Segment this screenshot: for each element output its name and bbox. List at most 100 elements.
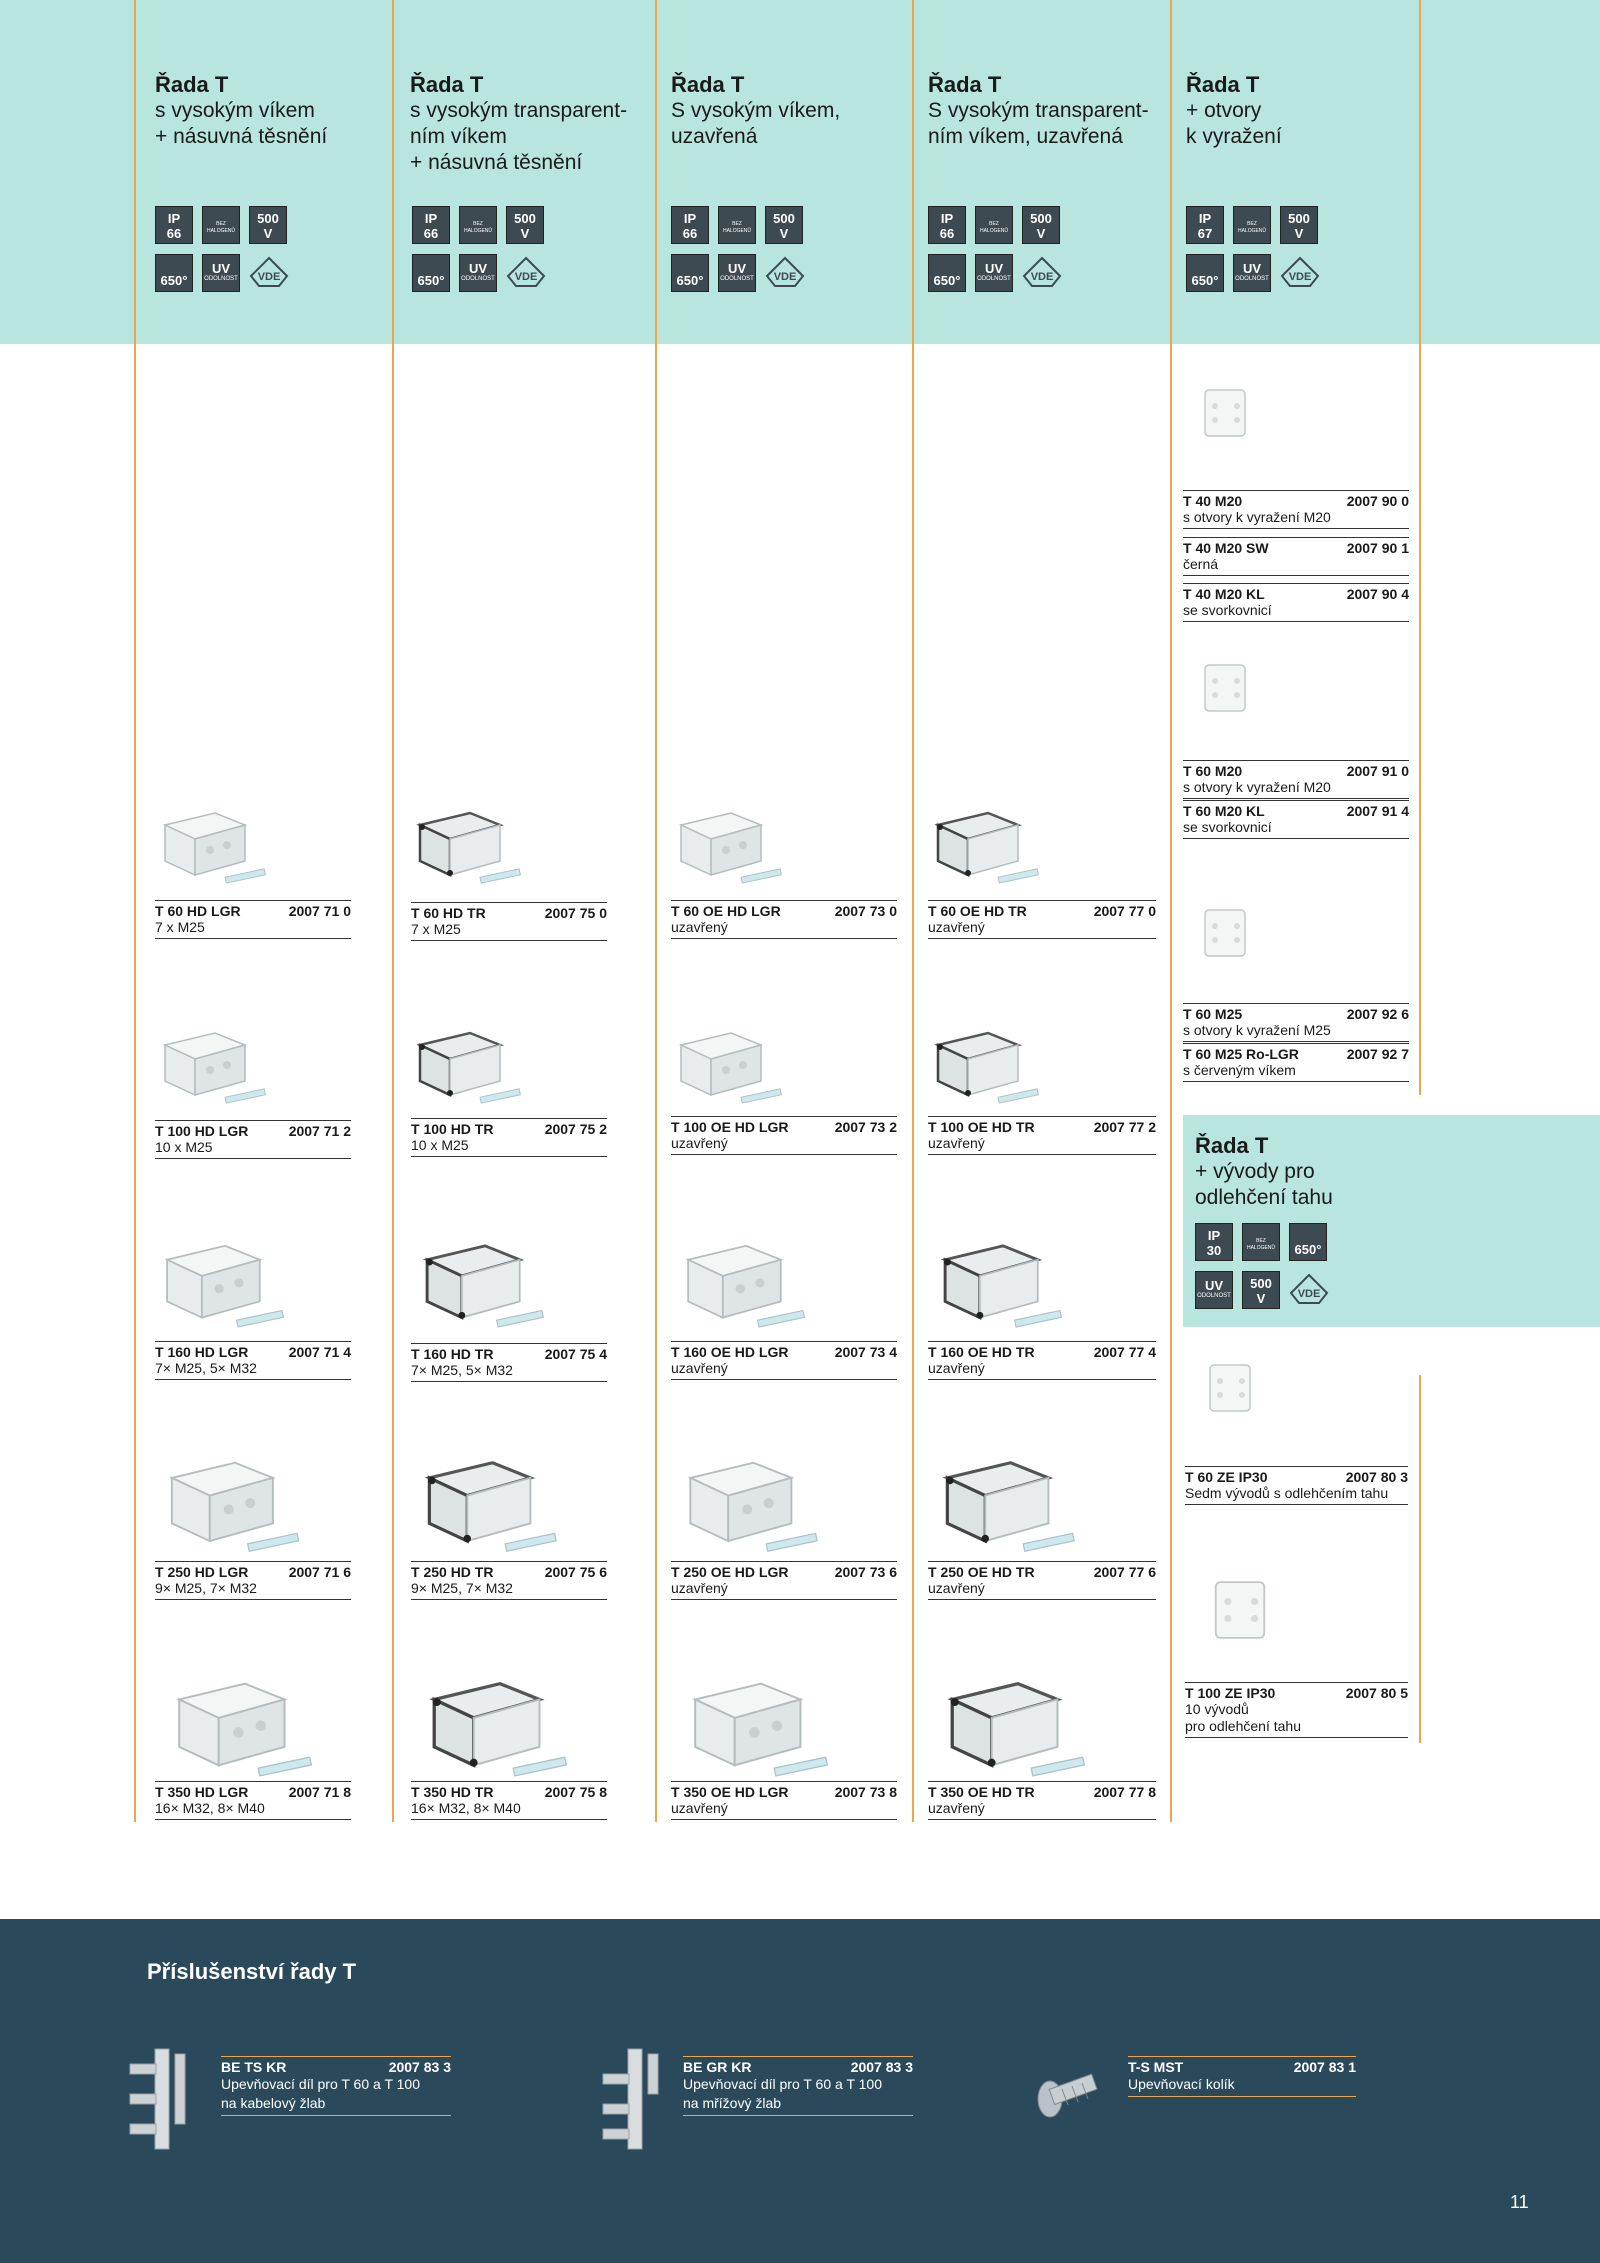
accessory-entry: BE GR KR 2007 83 3 Upevňovací díl pro T 6… (683, 2056, 913, 2116)
fire-rating-icon: 650° (1289, 1223, 1327, 1261)
product-code: 2007 80 3 (1345, 1469, 1408, 1485)
product-name: T 250 OE HD TR (928, 1564, 1035, 1580)
product-desc: uzavřený (928, 1580, 1156, 1600)
product-name: T 60 HD TR (411, 905, 486, 921)
vde-mark-icon: VDE (1280, 256, 1320, 290)
page-number: 11 (1510, 2192, 1529, 2212)
product-desc: uzavřený (671, 1360, 897, 1380)
product-desc: 7× M25, 5× M32 (411, 1362, 607, 1382)
column-header: Řada T s vysokým víkem + násuvná těsnění (155, 72, 385, 150)
product-code: 2007 77 6 (1093, 1564, 1156, 1580)
product-entry: T 250 HD TR 2007 75 6 9× M25, 7× M32 (411, 1561, 607, 1600)
product-desc: černá (1183, 556, 1409, 576)
product-desc: s otvory k vyražení M20 (1183, 779, 1409, 799)
product-entry: T 350 HD LGR 2007 71 8 16× M32, 8× M40 (155, 1781, 351, 1820)
halogen-free-icon: BEZ HALOGENŮ (1242, 1223, 1280, 1261)
product-code: 2007 71 0 (288, 903, 351, 919)
enclosure-image (164, 1032, 267, 1104)
column-header: Řada T S vysokým víkem, uzavřená (671, 72, 901, 150)
product-name: T 40 M20 KL (1183, 586, 1265, 602)
product-name: T 350 OE HD LGR (671, 1784, 789, 1800)
product-name: T 60 M25 Ro-LGR (1183, 1046, 1299, 1062)
accessory-desc: Upevňovací díl pro T 60 a T 100 na mřížo… (683, 2075, 913, 2116)
product-desc: 10 vývodů pro odlehčení tahu (1185, 1701, 1408, 1738)
product-name: T 60 HD LGR (155, 903, 241, 919)
footer-title: Příslušenství řady T (147, 1959, 357, 1984)
product-code: 2007 71 8 (288, 1784, 351, 1800)
product-code: 2007 90 0 (1346, 493, 1409, 509)
product-name: T 350 HD LGR (155, 1784, 249, 1800)
column-title: Řada T (1186, 72, 1260, 97)
enclosure-image (164, 812, 267, 884)
accessory-entry: T-S MST 2007 83 1 Upevňovací kolík (1128, 2056, 1356, 2097)
product-code: 2007 75 6 (544, 1564, 607, 1580)
product-entry: T 60 HD LGR 2007 71 0 7 x M25 (155, 900, 351, 939)
mounting-pin-icon (1037, 2073, 1098, 2118)
column-title: Řada T (155, 72, 229, 97)
product-entry: T 40 M20 KL 2007 90 4 se svorkovnicí (1183, 583, 1409, 622)
enclosure-image (1214, 1581, 1266, 1639)
product-desc: uzavřený (671, 1580, 897, 1600)
product-name: T 60 M20 (1183, 763, 1243, 779)
product-desc: uzavřený (928, 1135, 1156, 1155)
halogen-free-icon: BEZ HALOGENŮ (1233, 206, 1271, 244)
enclosure-image (424, 1244, 545, 1329)
product-entry: T 60 HD TR 2007 75 0 7 x M25 (411, 902, 607, 941)
product-desc: 7× M25, 5× M32 (155, 1360, 351, 1380)
enclosure-image (687, 1244, 806, 1328)
product-entry: T 100 ZE IP30 2007 80 5 10 vývodů pro odl… (1185, 1682, 1408, 1738)
accessory-entry: BE TS KR 2007 83 3 Upevňovací díl pro T 6… (221, 2056, 451, 2116)
voltage-icon: 500 V (1280, 206, 1318, 244)
column-subtitle: s vysokým transparent- ním víkem + násuv… (410, 99, 628, 174)
product-code: 2007 73 8 (834, 1784, 897, 1800)
product-name: T 60 M25 (1183, 1006, 1243, 1022)
halogen-free-icon: BEZ HALOGENŮ (975, 206, 1013, 244)
product-desc: uzavřený (928, 1360, 1156, 1380)
product-code: 2007 73 6 (834, 1564, 897, 1580)
enclosure-image (680, 1032, 783, 1104)
halogen-free-icon: BEZ HALOGENŮ (202, 206, 240, 244)
product-desc: 7 x M25 (155, 919, 351, 939)
product-entry: T 100 OE HD TR 2007 77 2 uzavřený (928, 1116, 1156, 1155)
uv-resistance-icon: UV ODOLNOST (1233, 254, 1271, 292)
product-code: 2007 80 5 (1345, 1685, 1408, 1701)
product-code: 2007 73 2 (834, 1119, 897, 1135)
product-name: T 160 HD TR (411, 1346, 494, 1362)
product-entry: T 60 M20 2007 91 0 s otvory k vyražení M2… (1183, 760, 1409, 799)
product-desc: se svorkovnicí (1183, 602, 1409, 622)
product-desc: 10 x M25 (155, 1139, 351, 1159)
product-code: 2007 73 4 (834, 1344, 897, 1360)
column-title: Řada T (410, 72, 484, 97)
product-entry: T 100 OE HD LGR 2007 73 2 uzavřený (671, 1116, 897, 1155)
column-subtitle: S vysokým víkem, uzavřená (671, 99, 841, 148)
enclosure-image (935, 811, 1040, 885)
product-desc: s otvory k vyražení M25 (1183, 1022, 1409, 1042)
ip-rating-icon: IP 67 (1186, 206, 1224, 244)
column-divider (134, 0, 136, 1822)
product-code: 2007 77 4 (1093, 1344, 1156, 1360)
column-subtitle: S vysokým transparent- ním víkem, uzavře… (928, 99, 1149, 148)
accessory-code: 2007 83 1 (1293, 2059, 1356, 2075)
product-entry: T 60 M25 2007 92 6 s otvory k vyražení M2… (1183, 1003, 1409, 1042)
enclosure-image (166, 1244, 285, 1328)
column-title: Řada T (671, 72, 745, 97)
fire-rating-icon: 650° (928, 254, 966, 292)
column-header: Řada T S vysokým transparent- ním víkem,… (928, 72, 1158, 150)
product-desc: se svorkovnicí (1183, 819, 1409, 839)
certification-badges: IP 66 BEZ HALOGENŮ 500 V 650° UV ODOLNOST V… (412, 206, 562, 296)
uv-resistance-icon: UV ODOLNOST (459, 254, 497, 292)
product-name: T 100 HD TR (411, 1121, 494, 1137)
enclosure-image (426, 1461, 558, 1553)
product-name: T 160 OE HD LGR (671, 1344, 789, 1360)
ip-rating-icon: IP 66 (155, 206, 193, 244)
product-entry: T 60 ZE IP30 2007 80 3 Sedm vývodů s odle… (1185, 1466, 1408, 1505)
uv-resistance-icon: UV ODOLNOST (975, 254, 1013, 292)
product-code: 2007 90 1 (1346, 540, 1409, 556)
product-desc: Sedm vývodů s odlehčením tahu (1185, 1485, 1408, 1505)
column-divider (912, 0, 914, 1822)
vde-mark-icon: VDE (1022, 256, 1062, 290)
product-entry: T 60 M25 Ro-LGR 2007 92 7 s červeným víke… (1183, 1043, 1409, 1082)
product-entry: T 160 HD LGR 2007 71 4 7× M25, 5× M32 (155, 1341, 351, 1380)
enclosure-image (694, 1682, 829, 1777)
product-desc: uzavřený (928, 1800, 1156, 1820)
